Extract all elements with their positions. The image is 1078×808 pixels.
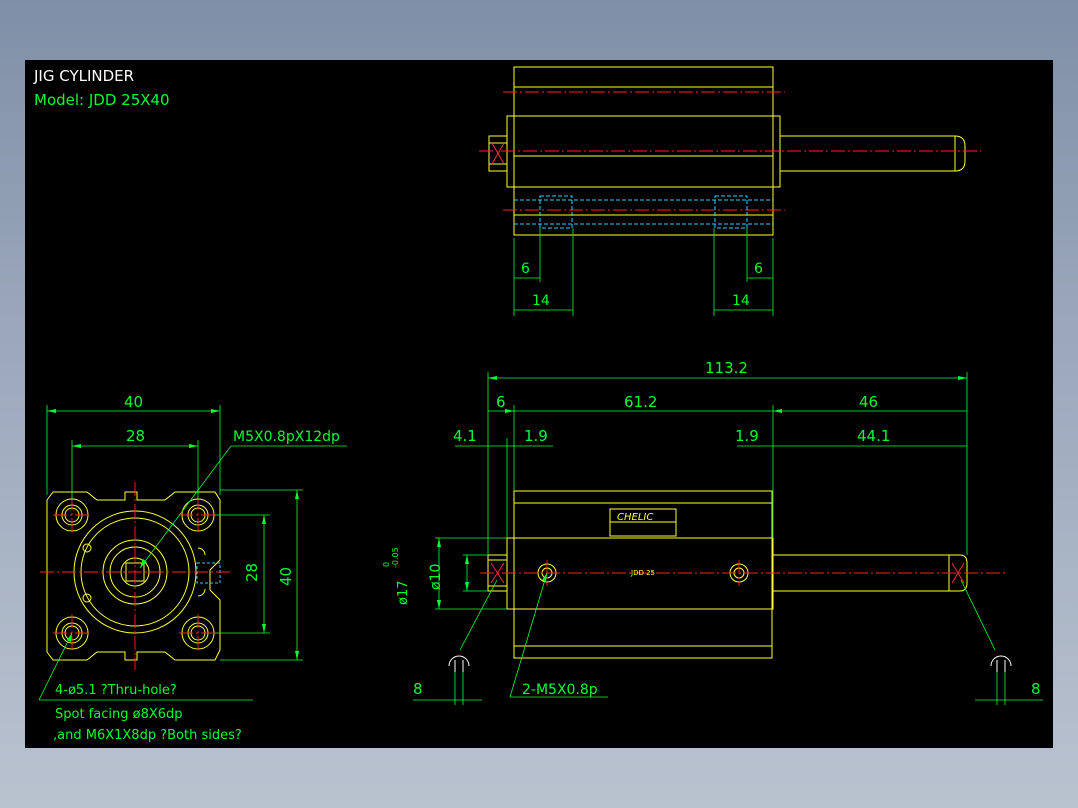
cad-drawing: JIG CYLINDER Model: JDD 25X40 6 14 6 14 … xyxy=(33,66,1043,743)
spot-facing-note: Spot facing ø8X6dp xyxy=(55,707,183,722)
dim-bore-tolerance-upper: 0 xyxy=(382,562,391,567)
end-view-hidden-port xyxy=(196,562,221,584)
dim-left-4-1: 4.1 xyxy=(453,427,477,445)
dim-rod-46: 46 xyxy=(859,393,878,411)
dim-top-left-6: 6 xyxy=(521,261,530,277)
end-view-profile xyxy=(46,491,221,661)
port-callout: 2-M5X0.8p xyxy=(522,682,598,698)
drawing-title: JIG CYLINDER xyxy=(33,67,134,85)
hole-callout: 4-ø5.1 ?Thru-hole? xyxy=(55,683,177,698)
dim-end-height-40: 40 xyxy=(277,567,295,586)
top-view: 6 14 6 14 xyxy=(479,66,981,316)
dim-end-width-40: 40 xyxy=(124,393,143,411)
dim-end-height-28: 28 xyxy=(243,563,261,582)
brand-label: CHELIC xyxy=(617,512,653,523)
drawing-canvas: JIG CYLINDER Model: JDD 25X40 6 14 6 14 … xyxy=(25,60,1053,748)
dim-wrench-left-8: 8 xyxy=(413,680,423,698)
top-view-wrench-cross xyxy=(491,142,505,165)
dim-rod-44-1: 44.1 xyxy=(857,427,890,445)
dim-left-offset-6: 6 xyxy=(496,393,506,411)
dim-top-right-6: 6 xyxy=(754,261,763,277)
thread-callout: M5X0.8pX12dp xyxy=(233,429,340,445)
dim-overall-113-2: 113.2 xyxy=(705,359,748,377)
dim-body-61-2: 61.2 xyxy=(624,393,657,411)
dim-left-1-9: 1.9 xyxy=(524,427,548,445)
front-view: CHELIC JDD 25 113.2 6 61.2 46 4.1 1.9 1.… xyxy=(382,359,1043,705)
front-view-centerlines xyxy=(480,560,1005,586)
top-view-centerlines xyxy=(479,91,981,211)
dim-rod-diameter: ø10 xyxy=(428,564,444,590)
front-view-outline xyxy=(487,490,968,659)
end-view-arrowheads xyxy=(47,409,299,660)
dim-top-left-14: 14 xyxy=(532,293,550,309)
dim-bore-tolerance-lower: -0.05 xyxy=(391,547,400,568)
dim-end-width-28: 28 xyxy=(126,427,145,445)
thread-note: ,and M6X1X8dp ?Both sides? xyxy=(53,728,242,743)
model-stamp: JDD 25 xyxy=(630,569,655,577)
end-view-centerlines xyxy=(40,482,230,670)
model-label: Model: JDD 25X40 xyxy=(34,91,170,109)
top-view-hidden-ports xyxy=(514,195,773,229)
dim-top-right-14: 14 xyxy=(732,293,750,309)
end-view: 40 28 28 40 M5X0.8pX12dp 4-ø5.1 ?Thru-ho… xyxy=(38,393,347,743)
dim-bore-diameter: ø17 xyxy=(396,581,411,606)
dim-wrench-right-8: 8 xyxy=(1031,680,1041,698)
dim-right-1-9: 1.9 xyxy=(735,427,759,445)
